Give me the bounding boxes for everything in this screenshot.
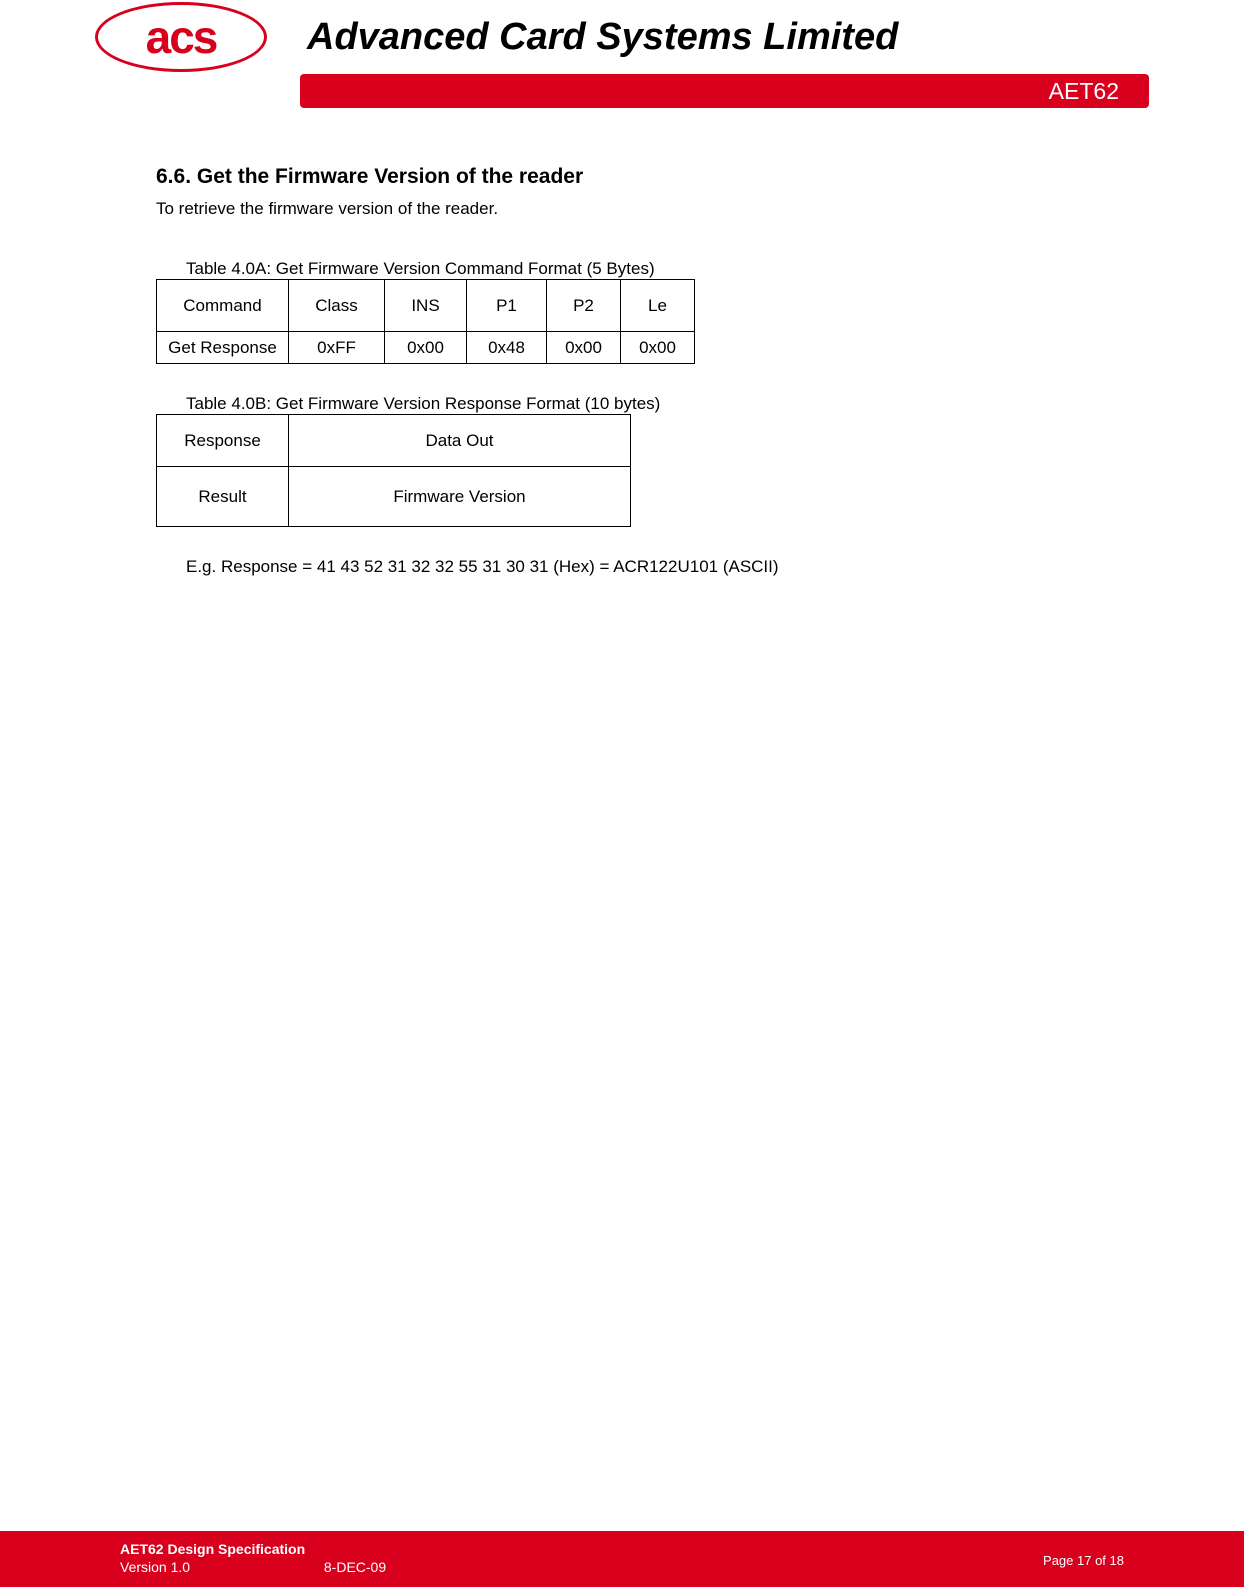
footer-page-number: Page 17 of 18 xyxy=(1043,1553,1124,1568)
table-response-format: Response Data Out Result Firmware Versio… xyxy=(156,414,631,527)
product-label: AET62 xyxy=(1049,78,1119,104)
cell-response-header: Response xyxy=(157,415,289,467)
cell-ins-value: 0x00 xyxy=(385,332,467,364)
table-b-caption: Table 4.0B: Get Firmware Version Respons… xyxy=(186,394,1086,414)
footer-version: Version 1.0 xyxy=(120,1559,320,1575)
acs-logo-icon: acs xyxy=(95,2,267,72)
product-band: AET62 xyxy=(300,74,1149,108)
table-a-caption: Table 4.0A: Get Firmware Version Command… xyxy=(186,259,1086,279)
section-intro: To retrieve the firmware version of the … xyxy=(156,199,1086,219)
logo-text: acs xyxy=(146,14,217,60)
footer-title: AET62 Design Specification xyxy=(120,1541,1124,1557)
cell-dataout-header: Data Out xyxy=(289,415,631,467)
cell-p2-header: P2 xyxy=(547,280,621,332)
table-command-format: Command Class INS P1 P2 Le Get Response … xyxy=(156,279,695,364)
cell-le-header: Le xyxy=(621,280,695,332)
company-name: Advanced Card Systems Limited xyxy=(307,16,1244,59)
cell-p1-header: P1 xyxy=(467,280,547,332)
header-top: acs Advanced Card Systems Limited xyxy=(0,2,1244,72)
table-row: Get Response 0xFF 0x00 0x48 0x00 0x00 xyxy=(157,332,695,364)
main-content: 6.6. Get the Firmware Version of the rea… xyxy=(156,165,1086,577)
table-row: Result Firmware Version xyxy=(157,467,631,527)
example-text: E.g. Response = 41 43 52 31 32 32 55 31 … xyxy=(186,557,1086,577)
cell-class-value: 0xFF xyxy=(289,332,385,364)
cell-firmware-label: Firmware Version xyxy=(289,467,631,527)
cell-p2-value: 0x00 xyxy=(547,332,621,364)
cell-le-value: 0x00 xyxy=(621,332,695,364)
footer-meta: Version 1.0 8-DEC-09 xyxy=(120,1559,1124,1575)
cell-command-header: Command xyxy=(157,280,289,332)
cell-result-label: Result xyxy=(157,467,289,527)
cell-ins-header: INS xyxy=(385,280,467,332)
page-header: acs Advanced Card Systems Limited AET62 xyxy=(0,0,1244,108)
cell-class-header: Class xyxy=(289,280,385,332)
page-footer: AET62 Design Specification Version 1.0 8… xyxy=(0,1531,1244,1587)
table-row: Response Data Out xyxy=(157,415,631,467)
section-heading: 6.6. Get the Firmware Version of the rea… xyxy=(156,165,1086,189)
cell-command-value: Get Response xyxy=(157,332,289,364)
footer-date: 8-DEC-09 xyxy=(324,1559,386,1575)
footer-inner: AET62 Design Specification Version 1.0 8… xyxy=(0,1531,1244,1587)
cell-p1-value: 0x48 xyxy=(467,332,547,364)
table-row: Command Class INS P1 P2 Le xyxy=(157,280,695,332)
